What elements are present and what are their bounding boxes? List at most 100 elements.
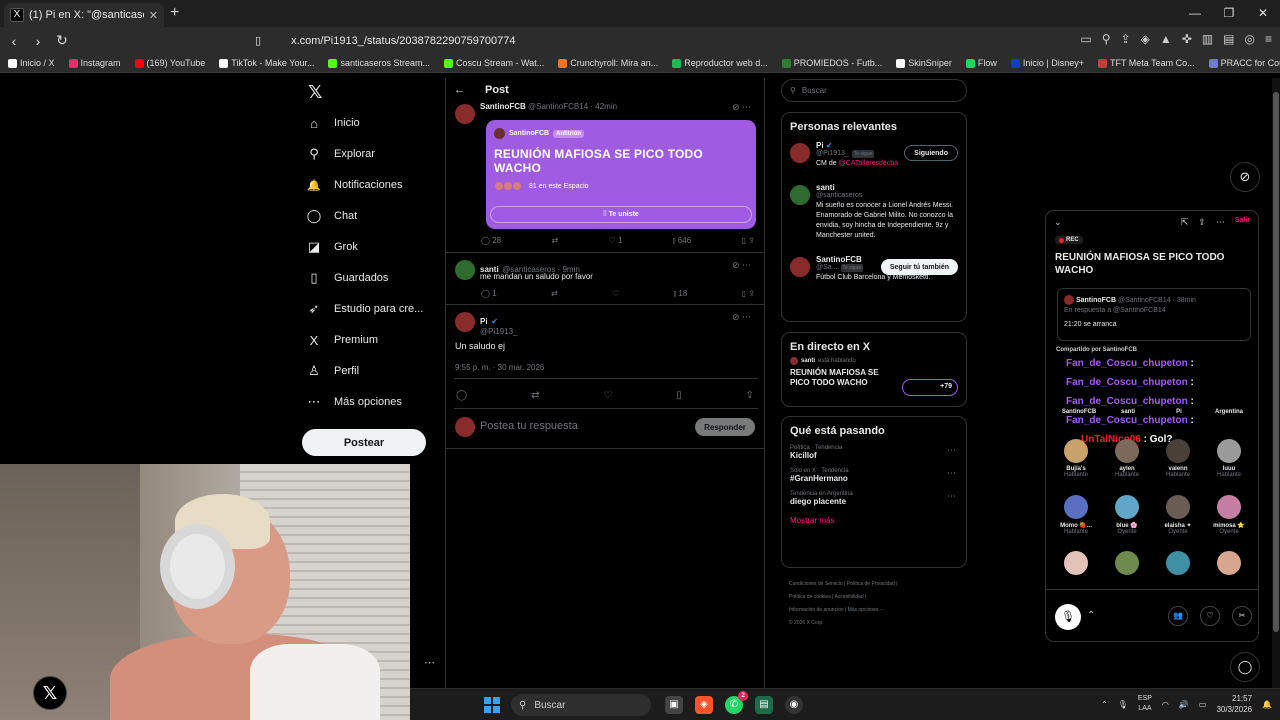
nav-notificaciones[interactable]: 🔔 Notificaciones	[306, 174, 402, 196]
x-logo-icon[interactable]: 𝕏	[308, 82, 323, 103]
reload-icon[interactable]: ↻	[52, 32, 72, 49]
more-options-icon[interactable]: ⋯	[424, 656, 435, 669]
bookmark-item[interactable]: Inicio / X	[8, 58, 55, 68]
speaker[interactable]	[1153, 551, 1203, 575]
bookmark-item[interactable]: Reproductor web d...	[672, 58, 768, 68]
bookmark-item[interactable]: PRACC for Counter-...	[1208, 58, 1280, 68]
menu-icon[interactable]: ≡	[1265, 32, 1272, 46]
bookmark-item[interactable]: Coscu Stream - Wat...	[444, 58, 544, 68]
vpn-icon[interactable]: ◎	[1245, 32, 1255, 46]
reply-icon[interactable]: ◯	[456, 390, 467, 401]
like-icon[interactable]: ♡	[612, 289, 619, 299]
more-icon[interactable]: ⋯	[947, 468, 956, 479]
retweet-icon[interactable]: ⇄	[531, 390, 539, 401]
bookmark-item[interactable]: TikTok - Make Your...	[219, 58, 314, 68]
nav-guardados[interactable]: ▯ Guardados	[306, 267, 388, 289]
speaker[interactable]: aylen Hablante	[1102, 439, 1152, 478]
battery-icon[interactable]: ▭	[1199, 700, 1207, 709]
bookmark-item[interactable]: Crunchyroll: Mira an...	[558, 58, 658, 68]
bookmark-icon[interactable]: ▯	[676, 390, 682, 401]
leave-button[interactable]: Salir	[1235, 217, 1250, 228]
back-arrow-icon[interactable]: ←	[454, 84, 465, 96]
maximize-icon[interactable]: ❐	[1212, 0, 1246, 27]
bookmark-item[interactable]: Inicio | Disney+	[1010, 58, 1084, 68]
volume-icon[interactable]: 🔊	[1179, 700, 1189, 709]
wallet-icon[interactable]: ▤	[1223, 32, 1234, 46]
more-icon[interactable]: ⋯	[947, 491, 956, 502]
live-panel[interactable]: En directo en X santi está hablando REUN…	[781, 332, 967, 407]
trend-item[interactable]: Política · Tendencia Kicillof ⋯	[782, 441, 966, 464]
nav-chat[interactable]: ◯ Chat	[306, 205, 358, 227]
windows-start-icon[interactable]	[484, 697, 500, 713]
clock[interactable]: 21:57 30/3/2026	[1216, 693, 1252, 715]
notifications-icon[interactable]: 🔔	[1262, 700, 1272, 709]
nav-perfil[interactable]: ♙ Perfil	[306, 360, 359, 382]
brave-icon[interactable]: ◈	[695, 696, 713, 714]
chevron-up-icon[interactable]: ⌃	[1101, 700, 1108, 709]
task-view-icon[interactable]: ▣	[665, 696, 683, 714]
search-input[interactable]: ⚲ Buscar	[781, 79, 967, 102]
sidebar-icon[interactable]: ▥	[1202, 32, 1213, 46]
grok-float-icon[interactable]: ⊘	[1230, 162, 1260, 192]
more-icon[interactable]: ⋯	[1216, 217, 1225, 228]
chevron-up-icon[interactable]: ⌃	[1087, 610, 1095, 621]
post-button[interactable]: Postear	[302, 429, 426, 456]
url-text[interactable]: x.com/Pi1913_/status/2038782290759700774	[291, 35, 515, 47]
zoom-icon[interactable]: ⚲	[1102, 32, 1111, 46]
page-scrollbar[interactable]	[1272, 78, 1280, 688]
app-icon[interactable]: ▤	[755, 696, 773, 714]
reaction-icon[interactable]: ♡	[1200, 606, 1220, 626]
steam-icon[interactable]: ◉	[785, 696, 803, 714]
follow-back-button[interactable]: Seguir tú también	[880, 259, 958, 275]
speaker[interactable]: SantinoFCB	[1054, 406, 1104, 415]
nav-estudio[interactable]: ➶ Estudio para cre...	[306, 298, 424, 320]
speaker[interactable]: Pi	[1154, 406, 1204, 415]
speaker[interactable]: luuu Hablante	[1204, 439, 1254, 478]
rewards-icon[interactable]: ▲	[1160, 32, 1172, 46]
bookmark-icon[interactable]: ▯ ⇪	[742, 289, 755, 299]
microphone-icon[interactable]: 🎙	[1118, 700, 1128, 709]
nav-premium[interactable]: X Premium	[306, 329, 378, 351]
show-more-link[interactable]: Mostrar más	[782, 510, 966, 531]
avatar[interactable]	[455, 260, 475, 280]
close-window-icon[interactable]: ✕	[1246, 0, 1280, 27]
microphone-icon[interactable]: 🎙	[1055, 604, 1081, 630]
nav-explorar[interactable]: ⚲ Explorar	[306, 143, 375, 165]
speaker[interactable]: valenn Hablante	[1153, 439, 1203, 478]
reply-input[interactable]: Postea tu respuesta	[480, 420, 578, 432]
like-icon[interactable]: ♡ 1	[609, 236, 623, 246]
bookmark-icon[interactable]: ▯ ⇪	[742, 236, 755, 246]
space-card[interactable]: SantinoFCB Anfitrión REUNIÓN MAFIOSA SE …	[486, 120, 756, 229]
speaker[interactable]: blue 🌸 Oyente	[1102, 495, 1152, 535]
bookmark-item[interactable]: TFT Meta Team Co...	[1097, 58, 1195, 68]
new-tab-icon[interactable]: +	[170, 4, 179, 22]
retweet-icon[interactable]: ⇄	[551, 289, 558, 299]
grok-icon[interactable]: ⊘ ⋯	[732, 102, 751, 113]
share-icon[interactable]: ⇪	[1198, 217, 1206, 228]
bookmark-item[interactable]: Flow	[965, 58, 997, 68]
reply-icon[interactable]: ◯ 1	[481, 289, 497, 299]
browser-tab[interactable]: X (1) Pi en X: "@santicaseros @ ✕	[4, 3, 164, 27]
person-row[interactable]: SantinoFCB @Sa... Te sigue Fútbol Club Ba…	[782, 251, 966, 287]
reply-icon[interactable]: ◯ 28	[481, 236, 501, 246]
address-bar[interactable]: ▯ x.com/Pi1913_/status/20387822907597007…	[255, 30, 1005, 51]
pinned-post[interactable]: SantinoFCB @SantinoFCB14 · 38min En resp…	[1057, 288, 1251, 341]
trend-item[interactable]: Solo en X · Tendencia #GranHermano ⋯	[782, 464, 966, 487]
whatsapp-icon[interactable]: ✆ 2	[725, 691, 748, 714]
speaker[interactable]	[1102, 551, 1152, 575]
share-icon[interactable]: ⇪	[746, 390, 754, 401]
speaker[interactable]: Momo 🍓... Hablante	[1051, 495, 1101, 535]
clip-scissors-icon[interactable]: ✂	[1232, 606, 1252, 626]
views-icon[interactable]: ⫾ 646	[673, 236, 691, 246]
reply-button[interactable]: Responder	[695, 418, 755, 436]
more-icon[interactable]: ⋯	[947, 445, 956, 456]
people-icon[interactable]: 👥	[1168, 606, 1188, 626]
extensions-icon[interactable]: ✜	[1182, 32, 1192, 46]
bookmark-icon[interactable]: ▯	[255, 34, 261, 47]
back-icon[interactable]: ‹	[4, 33, 24, 49]
speaker[interactable]	[1051, 551, 1101, 575]
screen-icon[interactable]: ▭	[1080, 32, 1091, 46]
nav-mas-opciones[interactable]: ⋯ Más opciones	[306, 391, 402, 413]
bookmark-item[interactable]: santicaseros Stream...	[328, 58, 430, 68]
more-icon[interactable]: ⊘ ⋯	[732, 260, 751, 271]
